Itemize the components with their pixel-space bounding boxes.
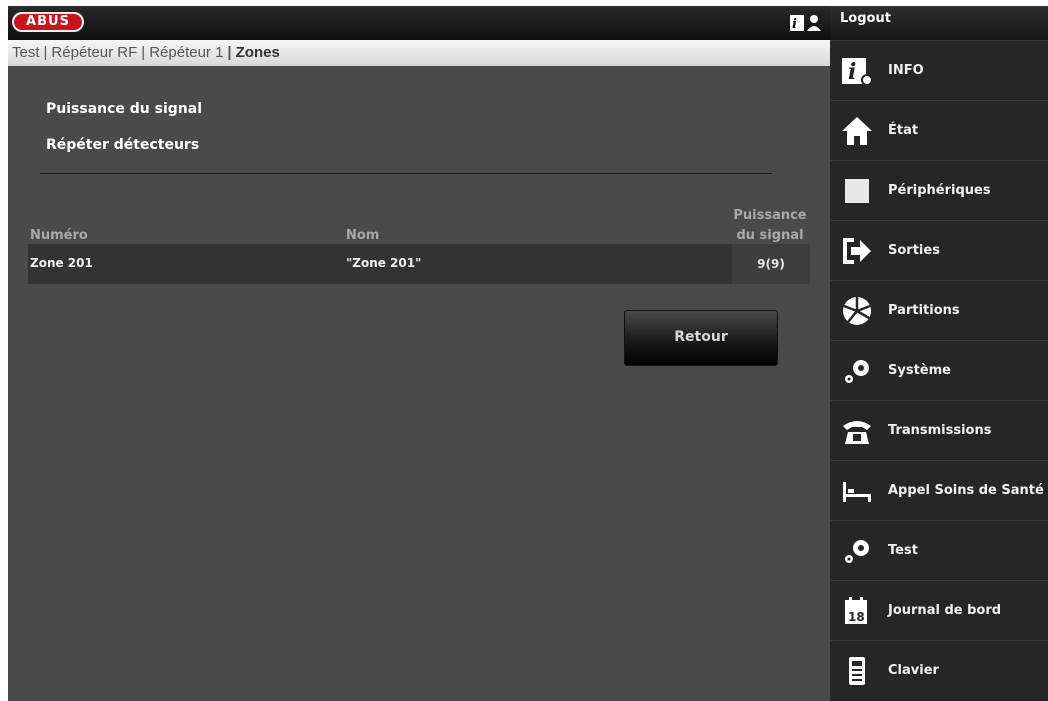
gears-icon — [840, 534, 874, 568]
cell-nom: "Zone 201" — [346, 256, 422, 270]
breadcrumb: Test | Répéteur RF | Répéteur 1 | Zones — [8, 40, 830, 66]
sidebar-item-label: Périphériques — [888, 183, 991, 198]
breadcrumb-item-repeteur-rf[interactable]: Répéteur RF — [51, 44, 137, 61]
link-repeter-detecteurs[interactable]: Répéter détecteurs — [46, 137, 199, 153]
breadcrumb-current-zones: Zones — [235, 44, 280, 61]
breadcrumb-separator: | — [227, 44, 232, 61]
sidebar-item-label: Système — [888, 363, 951, 378]
breadcrumb-separator: | — [43, 44, 48, 61]
sidebar-item-appel-soins[interactable]: Appel Soins de Santé — [830, 460, 1048, 520]
sidebar-item-test[interactable]: Test — [830, 520, 1048, 580]
sidebar-item-label: Partitions — [888, 303, 960, 318]
cell-signal: 9(9) — [732, 244, 810, 284]
sidebar-item-partitions[interactable]: Partitions — [830, 280, 1048, 340]
sidebar-item-info[interactable]: i INFO — [830, 40, 1048, 100]
column-header-numero: Numéro — [30, 228, 88, 243]
svg-text:i: i — [848, 59, 856, 85]
svg-text:i: i — [792, 17, 797, 32]
link-puissance-du-signal[interactable]: Puissance du signal — [46, 101, 202, 117]
sidebar-item-label: État — [888, 123, 919, 138]
home-icon — [840, 114, 874, 148]
top-bar: ABUS i — [8, 6, 830, 40]
sidebar-item-peripheriques[interactable]: Périphériques — [830, 160, 1048, 220]
telephone-icon — [840, 414, 874, 448]
info-gear-icon: i — [840, 54, 874, 88]
sidebar-item-label: INFO — [888, 63, 924, 78]
sidebar-item-systeme[interactable]: Système — [830, 340, 1048, 400]
calendar-icon: 18 — [840, 594, 874, 628]
column-header-nom: Nom — [346, 228, 380, 243]
svg-text:18: 18 — [848, 610, 865, 624]
sidebar-item-label: Appel Soins de Santé — [888, 483, 1044, 498]
logout-button[interactable]: Logout — [830, 6, 1048, 40]
gears-icon — [840, 354, 874, 388]
sidebar-item-clavier[interactable]: Clavier — [830, 640, 1048, 700]
sidebar-item-label: Test — [888, 543, 918, 558]
cell-numero: Zone 201 — [30, 256, 93, 270]
sidebar-item-label: Journal de bord — [888, 603, 1002, 618]
retour-button[interactable]: Retour — [624, 310, 778, 366]
breadcrumb-item-test[interactable]: Test — [12, 44, 40, 61]
breadcrumb-separator: | — [141, 44, 146, 61]
keypad-icon — [840, 654, 874, 688]
sidebar-item-sorties[interactable]: Sorties — [830, 220, 1048, 280]
app-frame: ABUS i Test | Répéteur RF | Répéteur 1 | Zones… — [8, 6, 1048, 701]
abus-logo: ABUS — [12, 12, 84, 32]
breadcrumb-item-repeteur-1[interactable]: Répéteur 1 — [149, 44, 223, 61]
sidebar-item-label: Clavier — [888, 663, 939, 678]
partitions-pie-icon — [840, 294, 874, 328]
sidebar-item-label: Transmissions — [888, 423, 992, 438]
device-square-icon — [840, 174, 874, 208]
output-arrow-icon — [840, 234, 874, 268]
sidebar-item-etat[interactable]: État — [830, 100, 1048, 160]
bed-icon — [840, 474, 874, 508]
sidebar-item-journal[interactable]: 18 Journal de bord — [830, 580, 1048, 640]
main-content: Puissance du signal Répéter détecteurs N… — [8, 66, 830, 701]
table-row[interactable]: Zone 201 "Zone 201" 9(9) — [28, 244, 810, 284]
user-info-icon[interactable]: i — [788, 13, 828, 33]
sidebar: Logout i INFO État Périphériques Sorties — [830, 6, 1048, 701]
divider — [40, 173, 772, 174]
column-header-puissance: Puissance du signal — [733, 208, 807, 243]
sidebar-item-transmissions[interactable]: Transmissions — [830, 400, 1048, 460]
sidebar-item-label: Sorties — [888, 243, 940, 258]
